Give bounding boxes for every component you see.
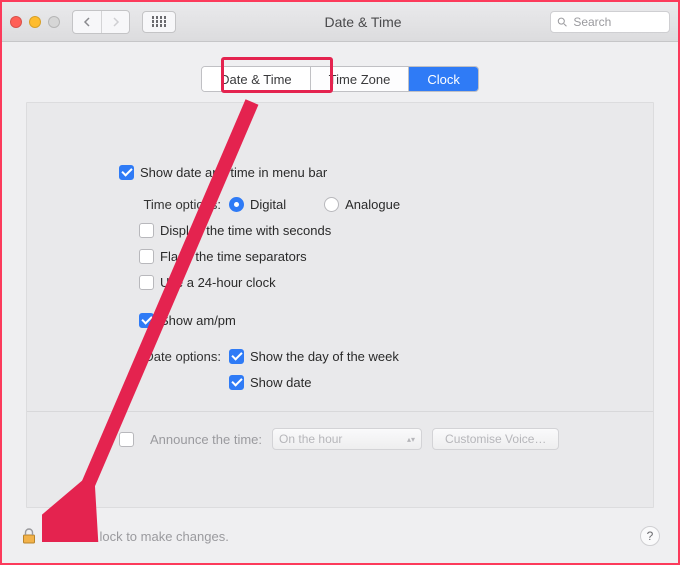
- footer: Click the lock to make changes. ?: [2, 515, 678, 563]
- analogue-radio[interactable]: [324, 197, 339, 212]
- show-in-menu-bar-checkbox[interactable]: [119, 165, 134, 180]
- close-window-icon[interactable]: [10, 16, 22, 28]
- show-date-checkbox[interactable]: [229, 375, 244, 390]
- time-options-row: Time options: Digital Analogue: [119, 193, 633, 215]
- show-ampm-checkbox[interactable]: [139, 313, 154, 328]
- window-title: Date & Time: [182, 14, 544, 30]
- use-24h-checkbox[interactable]: [139, 275, 154, 290]
- analogue-label: Analogue: [345, 197, 400, 212]
- display-seconds-label: Display the time with seconds: [160, 223, 331, 238]
- tab-time-zone[interactable]: Time Zone: [310, 67, 409, 91]
- back-button[interactable]: [73, 11, 101, 33]
- show-day-of-week-checkbox[interactable]: [229, 349, 244, 364]
- nav-segmented: [72, 10, 130, 34]
- zoom-window-icon: [48, 16, 60, 28]
- divider: [27, 411, 653, 412]
- tabbar: Date & Time Time Zone Clock: [2, 42, 678, 92]
- chevron-updown-icon: ▴▾: [407, 437, 415, 442]
- tab-clock[interactable]: Clock: [408, 67, 478, 91]
- tab-segmented-control: Date & Time Time Zone Clock: [201, 66, 479, 92]
- announce-interval-popup[interactable]: On the hour ▴▾: [272, 428, 422, 450]
- use-24h-label: Use a 24-hour clock: [160, 275, 276, 290]
- search-input[interactable]: [571, 14, 663, 30]
- show-all-button[interactable]: [142, 11, 176, 33]
- digital-radio[interactable]: [229, 197, 244, 212]
- window-controls: [10, 16, 60, 28]
- display-seconds-checkbox[interactable]: [139, 223, 154, 238]
- settings-panel: Show date and time in menu bar Time opti…: [26, 102, 654, 508]
- flash-separators-label: Flash the time separators: [160, 249, 307, 264]
- minimize-window-icon[interactable]: [29, 16, 41, 28]
- tab-date-time[interactable]: Date & Time: [202, 67, 310, 91]
- titlebar: Date & Time: [2, 2, 678, 42]
- show-ampm-label: Show am/pm: [160, 313, 236, 328]
- date-options-label: Date options:: [119, 349, 229, 364]
- time-sub-options: Display the time with seconds Flash the …: [139, 219, 633, 331]
- announce-row: Announce the time: On the hour ▴▾ Custom…: [119, 428, 633, 450]
- search-field[interactable]: [550, 11, 670, 33]
- search-icon: [557, 16, 567, 28]
- lock-text: Click the lock to make changes.: [46, 529, 229, 544]
- announce-label: Announce the time:: [150, 432, 262, 447]
- show-in-menu-bar-row: Show date and time in menu bar: [119, 161, 633, 183]
- show-date-row: Show date: [229, 371, 633, 393]
- help-button[interactable]: ?: [640, 526, 660, 546]
- lock-icon[interactable]: [20, 527, 38, 545]
- grid-icon: [152, 16, 167, 27]
- content-area: Date & Time Time Zone Clock Show date an…: [2, 42, 678, 563]
- customise-voice-button[interactable]: Customise Voice…: [432, 428, 559, 450]
- announce-checkbox[interactable]: [119, 432, 134, 447]
- announce-interval-value: On the hour: [279, 432, 342, 446]
- flash-separators-checkbox[interactable]: [139, 249, 154, 264]
- show-day-of-week-label: Show the day of the week: [250, 349, 399, 364]
- show-date-label: Show date: [250, 375, 311, 390]
- show-in-menu-bar-label: Show date and time in menu bar: [140, 165, 327, 180]
- digital-label: Digital: [250, 197, 286, 212]
- forward-button[interactable]: [101, 11, 129, 33]
- date-options-row: Date options: Show the day of the week: [119, 345, 633, 367]
- time-options-label: Time options:: [119, 197, 229, 212]
